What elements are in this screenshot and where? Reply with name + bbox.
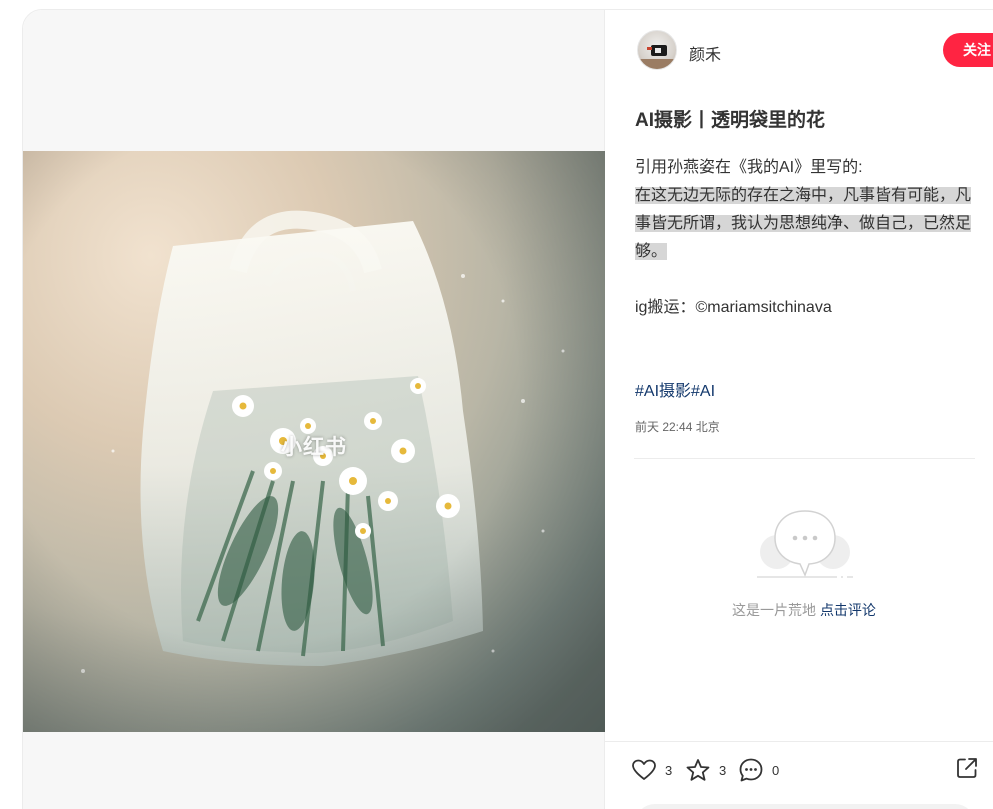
- tag-ai-photography[interactable]: #AI摄影: [635, 383, 691, 400]
- tag-list: #AI摄影#AI: [635, 378, 715, 406]
- info-pane: 颜禾 关注 AI摄影丨透明袋里的花 引用孙燕姿在《我的AI》里写的: 在这无边无…: [605, 10, 993, 809]
- post-date: 前天 22:44 北京: [635, 420, 720, 434]
- comment-input-placeholder[interactable]: [635, 804, 975, 809]
- follow-button[interactable]: 关注: [943, 33, 993, 67]
- collect-count: 3: [719, 762, 727, 778]
- avatar-image: [638, 45, 676, 69]
- note-title: AI摄影丨透明袋里的花: [635, 110, 826, 131]
- note-credit: ig搬运：©mariamsitchinava: [635, 299, 832, 316]
- avatar[interactable]: [637, 30, 677, 70]
- comment-button[interactable]: 0: [738, 756, 779, 784]
- divider: [634, 458, 975, 459]
- share-icon: [957, 758, 977, 778]
- empty-comments-label: 这是一片荒地: [732, 602, 817, 618]
- tag-ai[interactable]: #AI: [691, 383, 715, 400]
- note-image[interactable]: 小红书: [23, 151, 605, 732]
- collect-button[interactable]: 3: [685, 756, 726, 784]
- share-button[interactable]: [955, 756, 979, 785]
- media-pane: 小红书: [23, 10, 605, 809]
- heart-icon: [632, 759, 656, 780]
- note-quote: 在这无边无际的存在之海中，凡事皆有可能，凡事皆无所谓，我认为思想纯净、做自己，已…: [635, 187, 972, 260]
- note-body: 引用孙燕姿在《我的AI》里写的: 在这无边无际的存在之海中，凡事皆有可能，凡事皆…: [635, 154, 977, 266]
- note-card: 小红书 颜禾 关注 AI摄影丨透明袋里的花 引用孙燕姿在《我的AI》里写的: 在…: [22, 9, 993, 809]
- star-icon: [686, 759, 710, 781]
- like-count: 3: [665, 762, 673, 778]
- note-intro: 引用孙燕姿在《我的AI》里写的:: [635, 159, 863, 176]
- empty-comments-text: 这是一片荒地 点击评论: [605, 600, 993, 620]
- comment-count: 0: [772, 762, 780, 778]
- author-row: 颜禾 关注: [637, 30, 993, 70]
- author-name[interactable]: 颜禾: [689, 41, 721, 65]
- comment-bubble-icon: [739, 758, 763, 782]
- image-watermark: 小红书: [281, 436, 347, 459]
- engagement-bar: 3 3 0: [605, 741, 993, 809]
- empty-comments-icon: [755, 507, 855, 587]
- click-to-comment-link[interactable]: 点击评论: [820, 602, 876, 618]
- like-button[interactable]: 3: [631, 756, 672, 784]
